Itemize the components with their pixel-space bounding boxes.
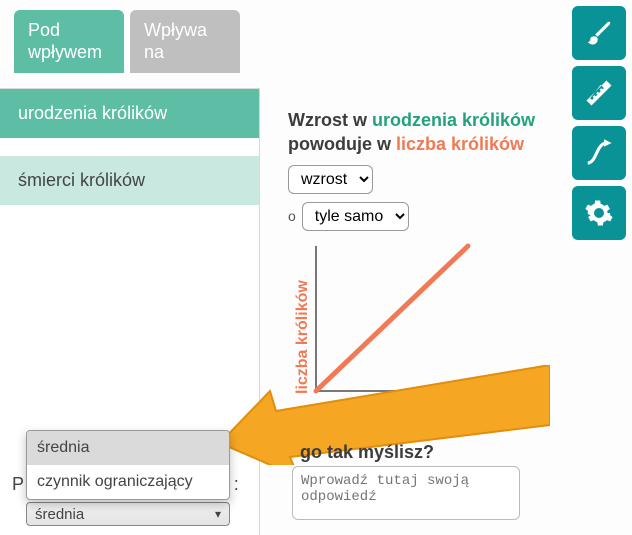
tab-label: Pod wpływem [28,20,102,62]
bottom-suffix: : [234,474,239,494]
brush-icon [584,18,614,48]
popup-option-srednia[interactable]: średnia [27,431,229,465]
option-label: czynnik ograniczający [37,473,193,490]
brush-tool[interactable] [572,6,626,60]
chevron-down-icon: ▾ [215,507,221,521]
role-popup: średnia czynnik ograniczający [26,430,230,500]
amount-row: o tyle samo [288,202,558,231]
list-item-label: urodzenia królików [18,103,167,123]
curve-icon [584,138,614,168]
ruler-tool[interactable] [572,66,626,120]
role-select-value: średnia [35,506,84,523]
chart-ylabel: liczba królików [294,280,312,394]
sentence-mid: powoduje w [288,134,396,154]
direction-row: wzrost [288,165,558,194]
chart-line [316,246,468,391]
bottom-left-letter: P [12,474,24,494]
direction-select[interactable]: wzrost [288,165,373,194]
relation-sentence: Wzrost w urodzenia królików powoduje w l… [288,108,558,157]
settings-tool[interactable] [572,186,626,240]
sentence-factor1: urodzenia królików [372,110,535,130]
answer-input[interactable] [292,466,520,520]
option-label: średnia [37,439,89,456]
chart-xlabel: urodzenia [352,402,428,420]
chart-svg [298,246,468,396]
relation-chart: liczba królików urodzenia [298,246,468,406]
ruler-icon [584,78,614,108]
tab-wplywa-na[interactable]: Wpływa na [130,10,240,73]
list-item-smierci[interactable]: śmierci królików [0,156,259,205]
role-select[interactable]: średnia ▾ [26,502,230,526]
relation-content: Wzrost w urodzenia królików powoduje w l… [288,108,558,231]
tab-bar: Pod wpływem Wpływa na [14,10,246,73]
sentence-factor2: liczba królików [396,134,524,154]
question-label: go tak myślisz? [300,442,434,463]
list-item-label: śmierci królików [18,170,145,190]
sentence-prefix: Wzrost w [288,110,372,130]
right-toolbar [572,6,626,240]
curve-tool[interactable] [572,126,626,180]
popup-option-czynnik[interactable]: czynnik ograniczający [27,465,229,499]
gear-icon [584,198,614,228]
list-item-urodzenia[interactable]: urodzenia królików [0,89,259,138]
or-label: o [288,208,296,224]
amount-select[interactable]: tyle samo [302,202,409,231]
tab-label: Wpływa na [144,20,207,62]
tab-pod-wplywem[interactable]: Pod wpływem [14,10,124,73]
